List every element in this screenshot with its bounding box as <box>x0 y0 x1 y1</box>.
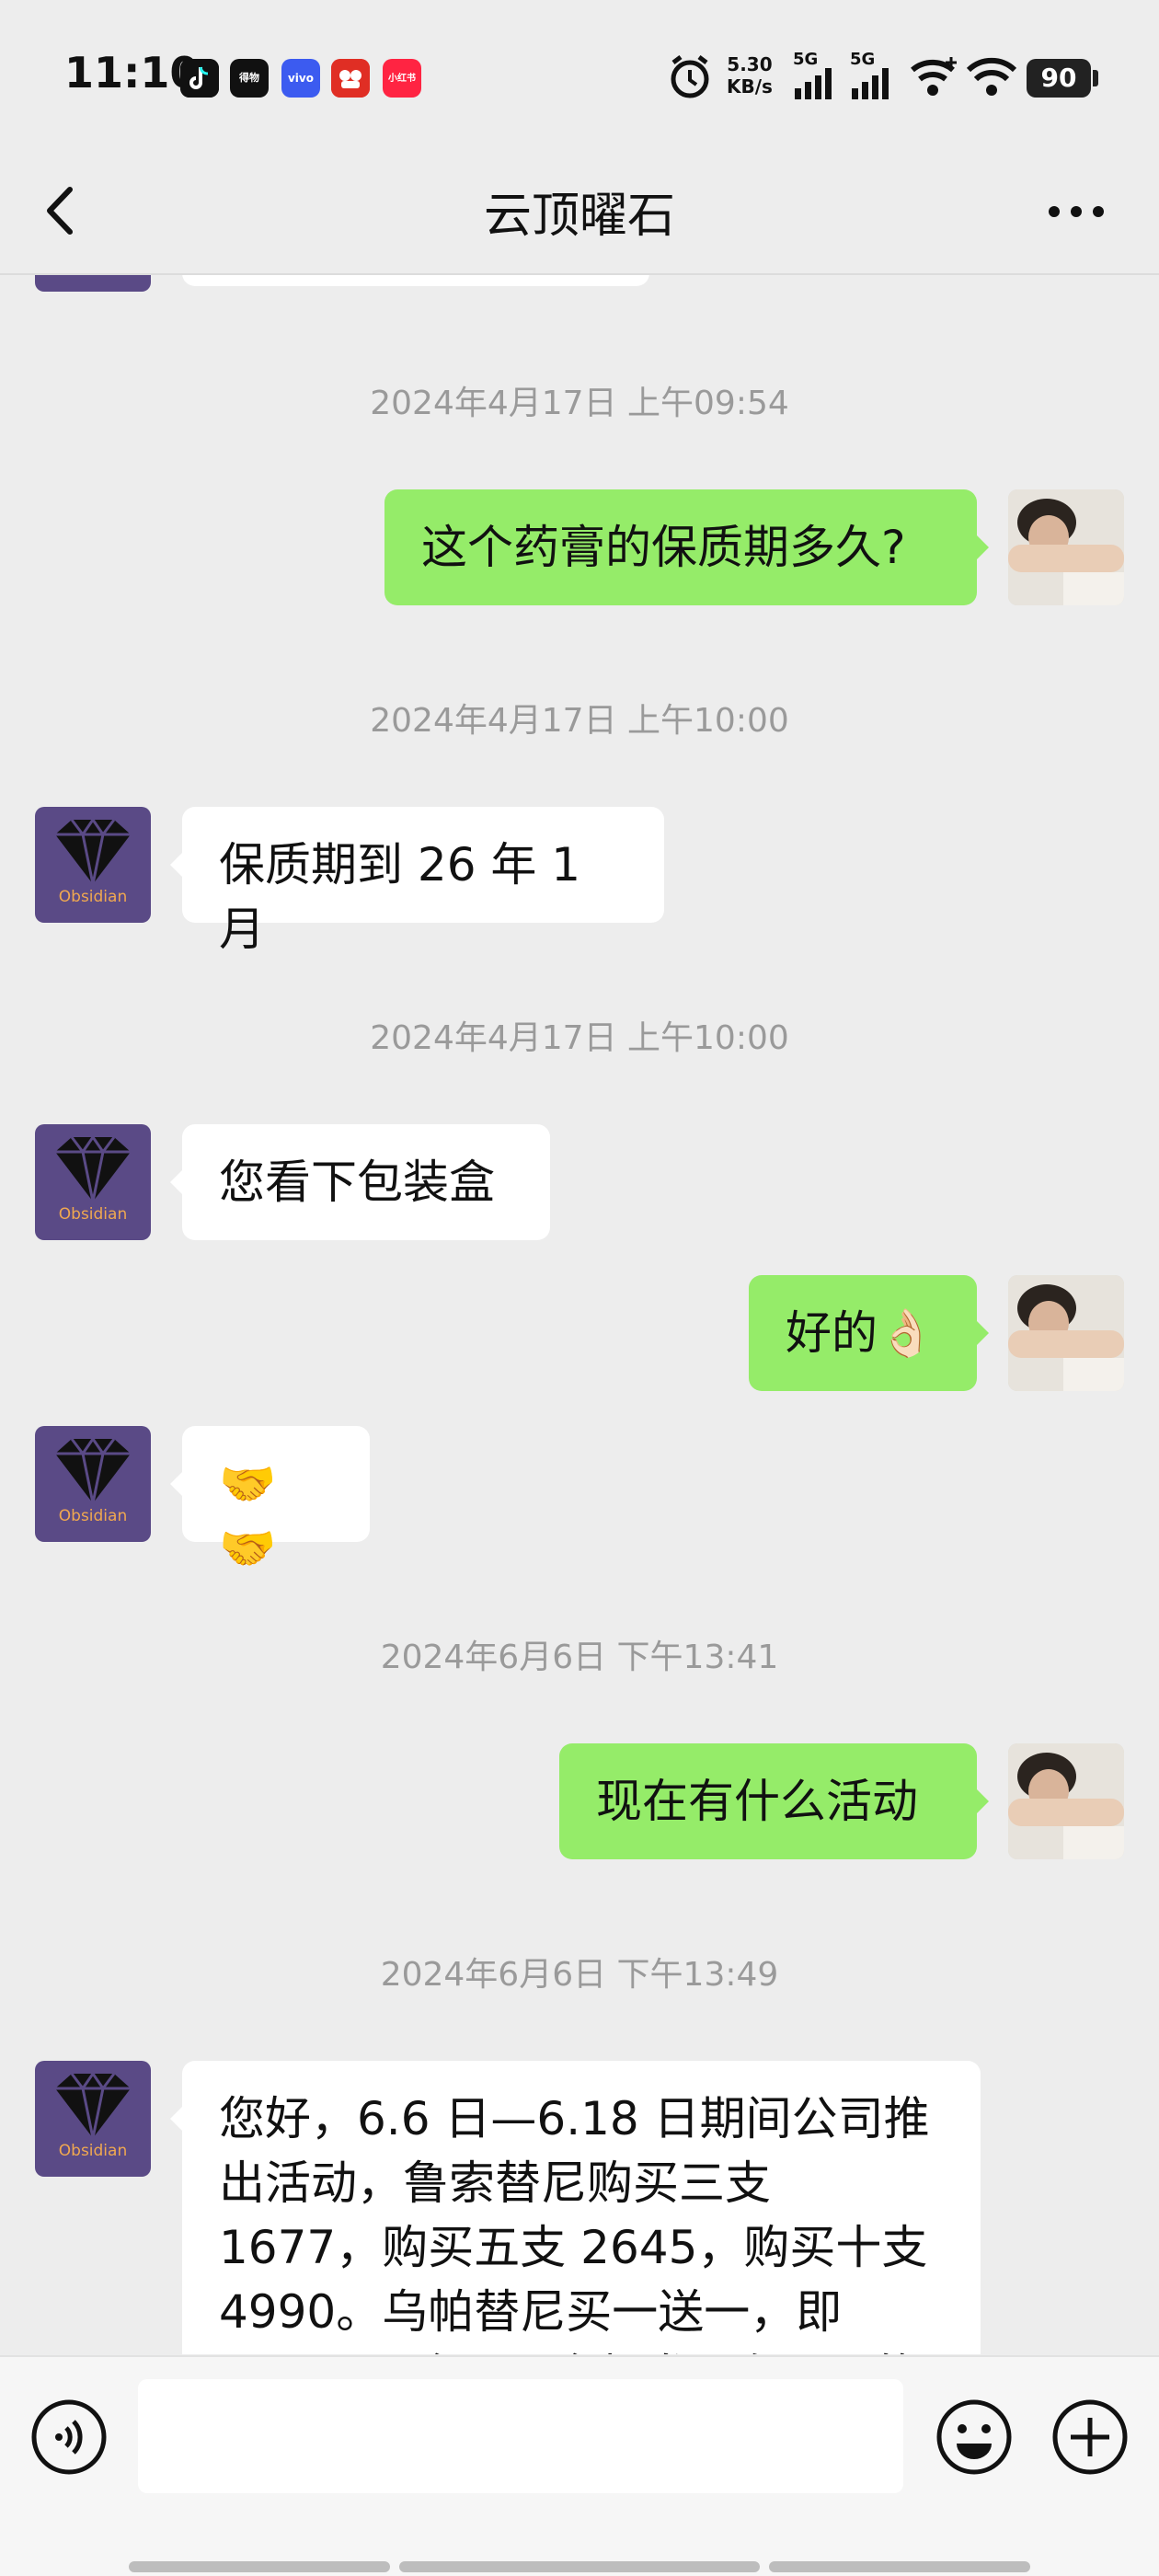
voice-icon <box>31 2399 107 2475</box>
signal-icon-2: 5G <box>850 52 896 103</box>
message-text: 您看下包装盒 <box>219 1156 495 1209</box>
bubble-tail <box>170 1471 183 1497</box>
emoji-button[interactable] <box>935 2398 1014 2480</box>
message-text: 现在有什么活动 <box>596 1775 918 1828</box>
message-timestamp: 2024年4月17日 上午10:00 <box>370 1019 789 1057</box>
contact-avatar[interactable]: Obsidian <box>35 1426 151 1542</box>
message-list[interactable]: 2024年4月17日 上午09:54 这个药膏的保质期多久? 2024年4月17… <box>0 275 1159 2354</box>
message-text: 好的👌🏻 <box>786 1306 935 1360</box>
message-bubble-outgoing[interactable]: 现在有什么活动 <box>559 1743 977 1859</box>
message-text: 您好，6.6 日—6.18 日期间公司推出活动，鲁索替尼购买三支 1677，购买… <box>219 2092 930 2354</box>
xiaohongshu-icon: 小红书 <box>383 59 421 98</box>
chat-title: 云顶曜石 <box>483 189 675 244</box>
message-bubble-incoming[interactable]: 您看下包装盒 <box>182 1124 550 1240</box>
brand-name: Obsidian <box>58 1507 128 1525</box>
message-bubble-outgoing[interactable]: 这个药膏的保质期多久? <box>384 489 977 605</box>
status-bar: 11:10 得物 vivo 小红书 5.30 KB/s 5G 5G 90 <box>0 0 1159 156</box>
battery-icon: 90 <box>1027 59 1091 98</box>
pinduoduo-icon <box>331 59 370 98</box>
tiktok-icon <box>180 59 219 98</box>
user-avatar[interactable] <box>1008 1275 1124 1391</box>
nav-gesture-bar-right <box>769 2561 1030 2572</box>
message-bubble-incoming[interactable]: 🤝🤝 <box>182 1426 370 1575</box>
plus-icon <box>1052 2399 1128 2475</box>
vivo-icon: vivo <box>281 59 320 98</box>
bubble-tail <box>170 1169 183 1195</box>
message-bubble-incoming-partial[interactable] <box>182 275 649 286</box>
emoji-icon <box>936 2399 1012 2475</box>
status-time: 11:10 <box>64 48 200 98</box>
plus-button[interactable] <box>1050 2398 1130 2480</box>
brand-name: Obsidian <box>58 1205 128 1224</box>
input-bar <box>0 2355 1159 2576</box>
bubble-tail <box>976 535 989 560</box>
wifi-icon <box>966 55 1017 103</box>
diamond-logo-icon <box>55 2071 131 2139</box>
signal-icon: 5G <box>793 52 839 103</box>
wifi-calling-icon <box>909 55 960 103</box>
message-input[interactable] <box>138 2379 903 2493</box>
message-bubble-incoming[interactable]: 您好，6.6 日—6.18 日期间公司推出活动，鲁索替尼购买三支 1677，购买… <box>182 2061 981 2354</box>
nav-bar: 云顶曜石 <box>0 156 1159 276</box>
message-timestamp: 2024年4月17日 上午09:54 <box>370 385 789 422</box>
message-text: 这个药膏的保质期多久? <box>421 521 906 574</box>
message-timestamp: 2024年4月17日 上午10:00 <box>370 702 789 740</box>
message-text: 🤝🤝 <box>219 1457 277 1575</box>
brand-name: Obsidian <box>58 888 128 906</box>
message-timestamp: 2024年6月6日 下午13:41 <box>380 1639 779 1676</box>
voice-button[interactable] <box>29 2398 109 2480</box>
contact-avatar[interactable]: Obsidian <box>35 807 151 923</box>
user-photo-icon <box>1008 1743 1124 1859</box>
chat-screen: 11:10 得物 vivo 小红书 5.30 KB/s 5G 5G 90 云顶曜… <box>0 0 1159 2576</box>
contact-avatar[interactable] <box>35 275 151 292</box>
message-bubble-incoming[interactable]: 保质期到 26 年 1 月 <box>182 807 664 956</box>
diamond-logo-icon <box>55 1134 131 1202</box>
alarm-icon <box>668 53 712 105</box>
diamond-logo-icon <box>55 1436 131 1504</box>
network-speed: 5.30 KB/s <box>727 53 773 98</box>
message-bubble-outgoing[interactable]: 好的👌🏻 <box>749 1275 977 1391</box>
more-dots-icon <box>1049 206 1104 217</box>
bubble-tail <box>976 1320 989 1346</box>
message-timestamp: 2024年6月6日 下午13:49 <box>380 1956 779 1994</box>
bubble-tail <box>170 852 183 878</box>
bubble-tail <box>976 1788 989 1814</box>
more-button[interactable] <box>1039 184 1113 239</box>
message-text: 保质期到 26 年 1 月 <box>219 838 581 956</box>
user-photo-icon <box>1008 1275 1124 1391</box>
nav-gesture-bar-left <box>129 2561 390 2572</box>
battery-tip <box>1093 70 1098 86</box>
contact-avatar[interactable]: Obsidian <box>35 1124 151 1240</box>
contact-avatar[interactable]: Obsidian <box>35 2061 151 2177</box>
user-photo-icon <box>1008 489 1124 605</box>
dewu-icon: 得物 <box>230 59 269 98</box>
user-avatar[interactable] <box>1008 1743 1124 1859</box>
nav-gesture-bar-center[interactable] <box>399 2561 760 2572</box>
bubble-tail <box>170 2106 183 2132</box>
brand-name: Obsidian <box>58 2142 128 2160</box>
diamond-logo-icon <box>55 817 131 885</box>
user-avatar[interactable] <box>1008 489 1124 605</box>
